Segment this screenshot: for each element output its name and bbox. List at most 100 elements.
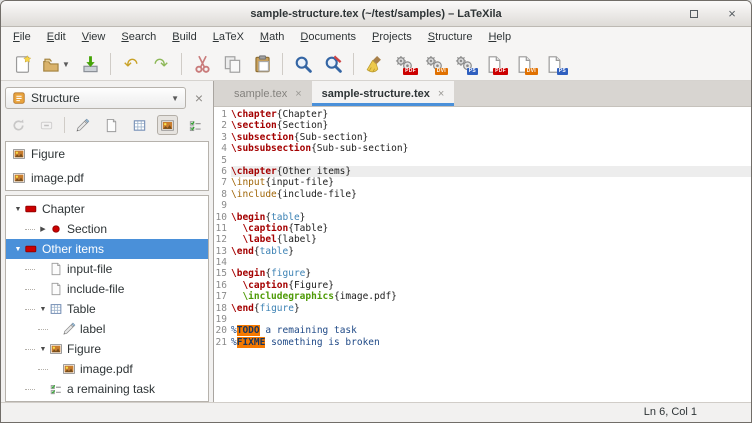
structure-tool-refresh[interactable]: [8, 115, 29, 135]
menu-documents[interactable]: Documents: [292, 27, 364, 48]
redo-button[interactable]: ↷: [146, 51, 176, 78]
clean-build-icon: [365, 55, 384, 74]
tree-item-include-file[interactable]: include-file: [6, 279, 208, 299]
code-line[interactable]: 18\end{figure}: [214, 303, 751, 314]
code-line[interactable]: 16 \caption{Figure}: [214, 280, 751, 291]
menu-file[interactable]: File: [5, 27, 39, 48]
code-line[interactable]: 13\end{table}: [214, 246, 751, 257]
close-button[interactable]: ×: [725, 7, 739, 21]
menu-build[interactable]: Build: [164, 27, 204, 48]
tree-item-section[interactable]: ▶Section: [6, 219, 208, 239]
tree-line: [25, 349, 35, 350]
view-document-pdf-button[interactable]: PDF: [479, 51, 509, 78]
code-line[interactable]: 11 \caption{Table}: [214, 223, 751, 234]
code-line[interactable]: 15\begin{figure}: [214, 268, 751, 279]
code-line[interactable]: 4\subsubsection{Sub-sub-section}: [214, 143, 751, 154]
code-line[interactable]: 3\subsection{Sub-section}: [214, 132, 751, 143]
tree-line: [38, 369, 48, 370]
paste-button[interactable]: [247, 51, 277, 78]
tree-item-input-file[interactable]: input-file: [6, 259, 208, 279]
menubar: FileEditViewSearchBuildLaTeXMathDocument…: [1, 27, 751, 48]
undo-button[interactable]: ↶: [116, 51, 146, 78]
open-document-button[interactable]: ▼: [37, 51, 75, 78]
menu-search[interactable]: Search: [113, 27, 164, 48]
structure-tool-image[interactable]: [157, 115, 178, 135]
menu-help[interactable]: Help: [480, 27, 519, 48]
expander-open-icon[interactable]: ▼: [12, 206, 24, 213]
structure-tool-file[interactable]: [100, 115, 121, 135]
tree-line: [25, 289, 35, 290]
code-line[interactable]: 20%TODO a remaining task: [214, 325, 751, 336]
menu-projects[interactable]: Projects: [364, 27, 420, 48]
structure-tool-pencil[interactable]: [72, 115, 93, 135]
menu-math[interactable]: Math: [252, 27, 292, 48]
tree-item-label[interactable]: label: [6, 319, 208, 339]
tree-item-chapter[interactable]: ▼Chapter: [6, 199, 208, 219]
menu-latex[interactable]: LaTeX: [205, 27, 252, 48]
maximize-button[interactable]: [687, 7, 701, 21]
view-document-ps-button[interactable]: PS: [539, 51, 569, 78]
view-document-dvi-button[interactable]: DVI: [509, 51, 539, 78]
code-line-text: \subsection{Sub-section}: [231, 132, 751, 143]
format-badge: DVI: [435, 68, 448, 75]
tree-item-image.pdf[interactable]: image.pdf: [6, 359, 208, 379]
tab-label: sample.tex: [234, 88, 287, 100]
tree-item-figure[interactable]: ▼Figure: [6, 339, 208, 359]
expander-open-icon[interactable]: ▼: [37, 306, 49, 313]
expander-open-icon[interactable]: ▼: [37, 346, 49, 353]
cut-button[interactable]: [187, 51, 217, 78]
tree-item-a-remaining-task[interactable]: a remaining task: [6, 379, 208, 399]
tree-item-other-items[interactable]: ▼Other items: [6, 239, 208, 259]
tab-sample-structure.tex[interactable]: sample-structure.tex×: [312, 81, 455, 106]
menu-structure[interactable]: Structure: [420, 27, 481, 48]
code-line[interactable]: 2\section{Section}: [214, 120, 751, 131]
checklist-icon: [188, 118, 203, 133]
panel-selector-combobox[interactable]: Structure ▼: [5, 87, 186, 109]
file-icon: [49, 282, 63, 296]
code-line[interactable]: 9: [214, 200, 751, 211]
new-document-button[interactable]: [7, 51, 37, 78]
expander-closed-icon[interactable]: ▶: [37, 225, 49, 233]
line-number: 11: [214, 223, 231, 234]
build-gears-dvi-button[interactable]: DVI: [419, 51, 449, 78]
tab-close-icon[interactable]: ×: [438, 88, 444, 100]
structure-tool-collapse-all[interactable]: [36, 115, 57, 135]
code-line[interactable]: 17 \includegraphics{image.pdf}: [214, 291, 751, 302]
menu-view[interactable]: View: [74, 27, 114, 48]
line-number: 17: [214, 291, 231, 302]
copy-button[interactable]: [217, 51, 247, 78]
line-number: 2: [214, 120, 231, 131]
list-item[interactable]: image.pdf: [6, 166, 208, 190]
close-panel-button[interactable]: ×: [189, 91, 209, 105]
structure-panel-icon: [12, 91, 26, 105]
find-button[interactable]: [288, 51, 318, 78]
build-gears-pdf-button[interactable]: PDF: [389, 51, 419, 78]
structure-tool-checklist[interactable]: [185, 115, 206, 135]
code-line[interactable]: 12 \label{label}: [214, 234, 751, 245]
tree-line: [25, 389, 35, 390]
code-editor[interactable]: 1\chapter{Chapter}2\section{Section}3\su…: [214, 107, 751, 402]
expander-open-icon[interactable]: ▼: [12, 246, 24, 253]
tab-close-icon[interactable]: ×: [295, 88, 301, 100]
build-gears-ps-button[interactable]: PS: [449, 51, 479, 78]
tab-sample.tex[interactable]: sample.tex ×: [224, 81, 312, 106]
code-line[interactable]: 21%FIXME something is broken: [214, 337, 751, 348]
code-line[interactable]: 6\chapter{Other items}: [214, 166, 751, 177]
code-line-text: %FIXME something is broken: [231, 337, 751, 348]
save-button[interactable]: [75, 51, 105, 78]
code-line-text: [231, 155, 751, 166]
code-line[interactable]: 5: [214, 155, 751, 166]
code-line[interactable]: 8\include{include-file}: [214, 189, 751, 200]
code-line[interactable]: 19: [214, 314, 751, 325]
tree-item-table[interactable]: ▼Table: [6, 299, 208, 319]
list-item[interactable]: Figure: [6, 142, 208, 166]
pencil-icon: [75, 118, 90, 133]
menu-edit[interactable]: Edit: [39, 27, 74, 48]
clean-build-button[interactable]: [359, 51, 389, 78]
code-line[interactable]: 7\input{input-file}: [214, 177, 751, 188]
code-line[interactable]: 14: [214, 257, 751, 268]
structure-tool-table[interactable]: [129, 115, 150, 135]
code-line[interactable]: 1\chapter{Chapter}: [214, 109, 751, 120]
code-line[interactable]: 10\begin{table}: [214, 212, 751, 223]
find-replace-button[interactable]: [318, 51, 348, 78]
